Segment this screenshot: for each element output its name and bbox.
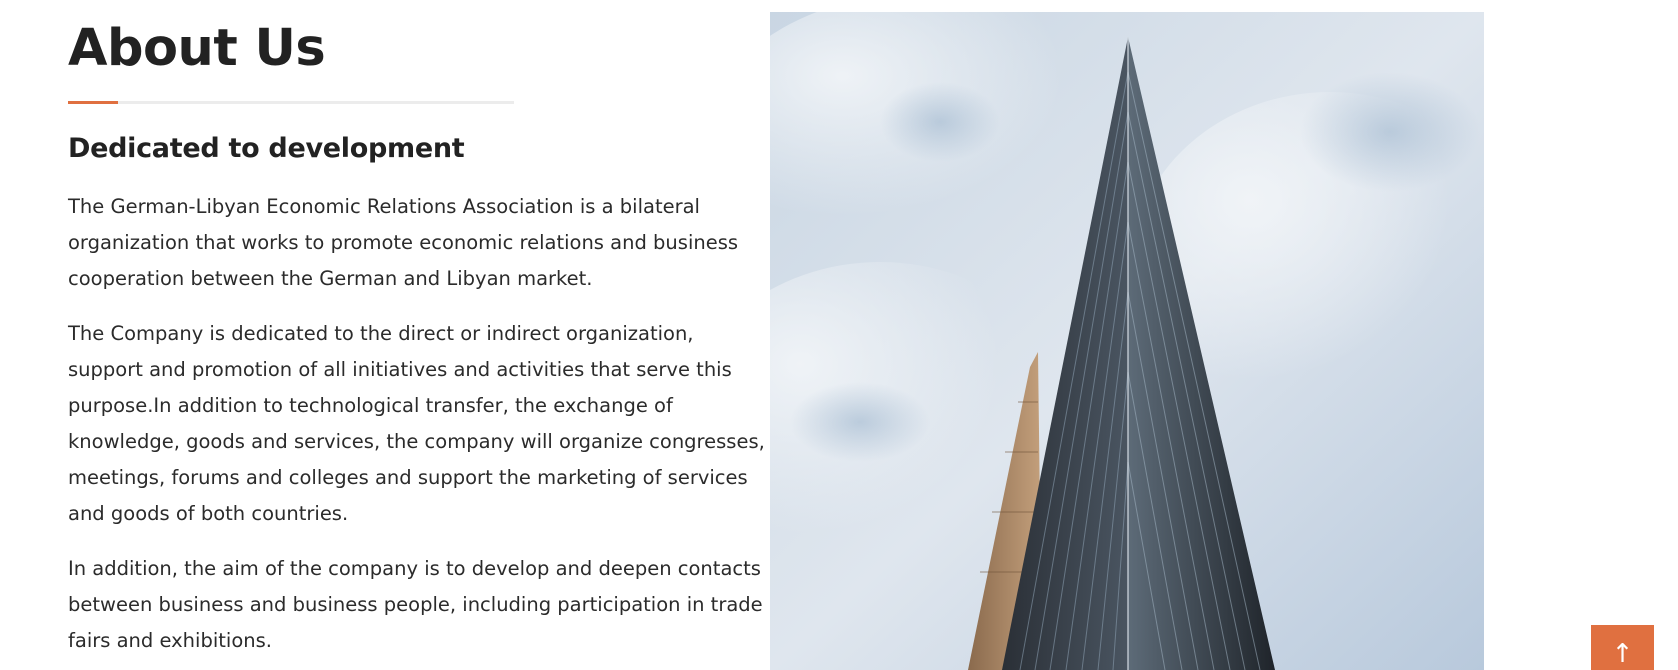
about-paragraph-2: The Company is dedicated to the direct o… — [68, 322, 765, 525]
skyscraper-image — [770, 12, 1484, 670]
about-paragraphs: The German-Libyan Economic Relations Ass… — [68, 189, 768, 670]
scroll-to-top-button[interactable]: ↑ — [1591, 625, 1654, 670]
arrow-up-icon: ↑ — [1611, 638, 1634, 669]
page-title: About Us — [68, 19, 326, 78]
section-subtitle: Dedicated to development — [68, 133, 465, 164]
about-paragraph-1: The German-Libyan Economic Relations Ass… — [68, 195, 739, 290]
title-divider — [68, 101, 514, 104]
title-divider-accent — [68, 101, 118, 104]
about-paragraph-3: In addition, the aim of the company is t… — [68, 557, 763, 652]
